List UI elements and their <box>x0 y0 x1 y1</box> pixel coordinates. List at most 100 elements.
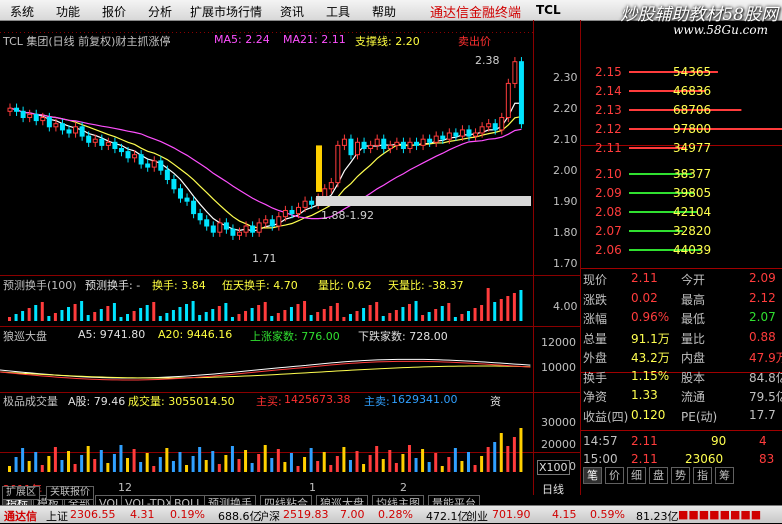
menu-help[interactable]: 帮助 <box>372 3 396 20</box>
turnover-bar <box>388 313 392 321</box>
menu-ext-market[interactable]: 扩展市场行情 <box>190 3 262 20</box>
candle <box>53 123 59 128</box>
volume-bar <box>362 464 366 472</box>
orderbook-row[interactable]: 2.11 34977 <box>581 138 782 158</box>
orderbook-price: 2.12 <box>595 122 622 136</box>
tab-related-quote[interactable]: 关联报价 <box>46 486 94 500</box>
market-index-line <box>0 360 531 381</box>
turnover-bar <box>257 305 261 321</box>
orderbook-row[interactable]: 2.12 97800 <box>581 119 782 139</box>
candle <box>125 151 131 159</box>
turnover-bar <box>119 317 123 321</box>
turnover-bar <box>53 313 57 321</box>
status-bar: 通达信 上证 2306.55 4.31 0.19% 688.6亿 沪深 2519… <box>0 505 782 523</box>
orderbook-row[interactable]: 2.07 32820 <box>581 221 782 241</box>
tick-cell: 90 <box>711 434 727 448</box>
quote-value: 47.9万 <box>749 351 782 365</box>
turnover-bar <box>375 302 379 321</box>
menu-tools[interactable]: 工具 <box>326 3 350 20</box>
turnover-bar <box>270 316 274 321</box>
volume-value: 成交量: 3055014.50 <box>128 395 235 408</box>
volume-bar <box>47 456 51 472</box>
candle <box>348 138 354 156</box>
five-day-turnover: 伍天换手: 4.70 <box>222 279 298 292</box>
volume-bar <box>276 449 280 472</box>
orderbook-volume: 46836 <box>673 84 712 98</box>
volume-bar <box>440 466 444 472</box>
candle <box>335 144 341 184</box>
menu-quote[interactable]: 报价 <box>102 3 126 20</box>
orderbook-row[interactable]: 2.14 46836 <box>581 81 782 101</box>
cy-value: 701.90 <box>492 508 531 521</box>
orderbook-row[interactable]: 2.08 42104 <box>581 202 782 222</box>
orderbook-row[interactable]: 2.06 44039 <box>581 240 782 260</box>
volume-bar <box>375 446 379 472</box>
candle <box>486 123 492 128</box>
turnover-bar <box>466 311 470 321</box>
volume-bar <box>453 448 457 472</box>
right-tab[interactable]: 盘 <box>649 467 668 484</box>
sh-value: 2306.55 <box>70 508 116 521</box>
orderbook-row[interactable]: 2.10 38377 <box>581 164 782 184</box>
turnover-bar <box>342 317 346 321</box>
candle <box>14 107 20 112</box>
volume-bar <box>473 465 477 472</box>
candle <box>46 117 52 128</box>
kline-chart[interactable] <box>0 20 581 495</box>
menu-news[interactable]: 资讯 <box>280 3 304 20</box>
volume-bar <box>316 461 320 472</box>
volume-axis: 20000 <box>541 438 576 451</box>
volume-bar <box>14 457 18 472</box>
menu-function[interactable]: 功能 <box>56 3 80 20</box>
right-tab[interactable]: 势 <box>671 467 690 484</box>
volume-bar <box>132 449 136 472</box>
orderbook-row[interactable]: 2.09 39805 <box>581 183 782 203</box>
candle <box>446 132 452 140</box>
turnover-bar <box>67 307 71 321</box>
volume-bar <box>506 446 510 472</box>
right-tab[interactable]: 筹 <box>715 467 734 484</box>
ashare-value: A股: 79.46 <box>68 395 126 408</box>
right-tab[interactable]: 价 <box>605 467 624 484</box>
candle <box>269 219 275 227</box>
menu-system[interactable]: 系统 <box>10 3 34 20</box>
orderbook-row[interactable]: 2.13 68706 <box>581 100 782 120</box>
tick-row: 14:57 2.11 90 4 <box>581 432 782 451</box>
candle <box>197 213 203 221</box>
right-tab[interactable]: 笔 <box>583 467 602 484</box>
highlight-candle <box>316 145 322 192</box>
tab-extension[interactable]: 扩展区 <box>2 486 40 500</box>
turnover-bar <box>158 316 162 321</box>
candle <box>151 160 157 168</box>
candle <box>40 117 46 122</box>
sz-value: 2519.83 <box>283 508 329 521</box>
volume-bar <box>466 452 470 472</box>
turnover-bar <box>93 312 97 321</box>
candle <box>427 138 433 143</box>
quote-label: 内盘 <box>681 351 706 365</box>
candle <box>145 163 151 168</box>
quote-row: 收益(四) 0.120 PE(动) 17.7 <box>581 406 782 425</box>
volume-bar <box>171 461 175 472</box>
right-tab[interactable]: 细 <box>627 467 646 484</box>
candle <box>230 228 236 236</box>
quote-value: 91.1万 <box>631 331 670 346</box>
turnover-bar <box>362 308 366 321</box>
candle <box>296 206 302 215</box>
time-axis-jan: 1 <box>309 481 316 494</box>
right-tab[interactable]: 指 <box>693 467 712 484</box>
quote-value: 0.96% <box>631 310 670 324</box>
turnover-bar <box>460 314 464 321</box>
ma5-line <box>9 102 522 232</box>
quote-label: 涨跌 <box>583 292 608 307</box>
turnover-bar <box>440 306 444 321</box>
status-icons[interactable]: ■■■■■■■■ <box>678 508 761 521</box>
turnover-value: 换手: 3.84 <box>152 279 206 292</box>
turnover-bar <box>421 315 425 321</box>
volume-bar <box>93 459 97 472</box>
menu-analysis[interactable]: 分析 <box>148 3 172 20</box>
candle <box>243 225 249 233</box>
turnover-bar <box>453 317 457 321</box>
orderbook-row[interactable]: 2.15 54365 <box>581 62 782 82</box>
orderbook-volume: 39805 <box>673 186 712 200</box>
